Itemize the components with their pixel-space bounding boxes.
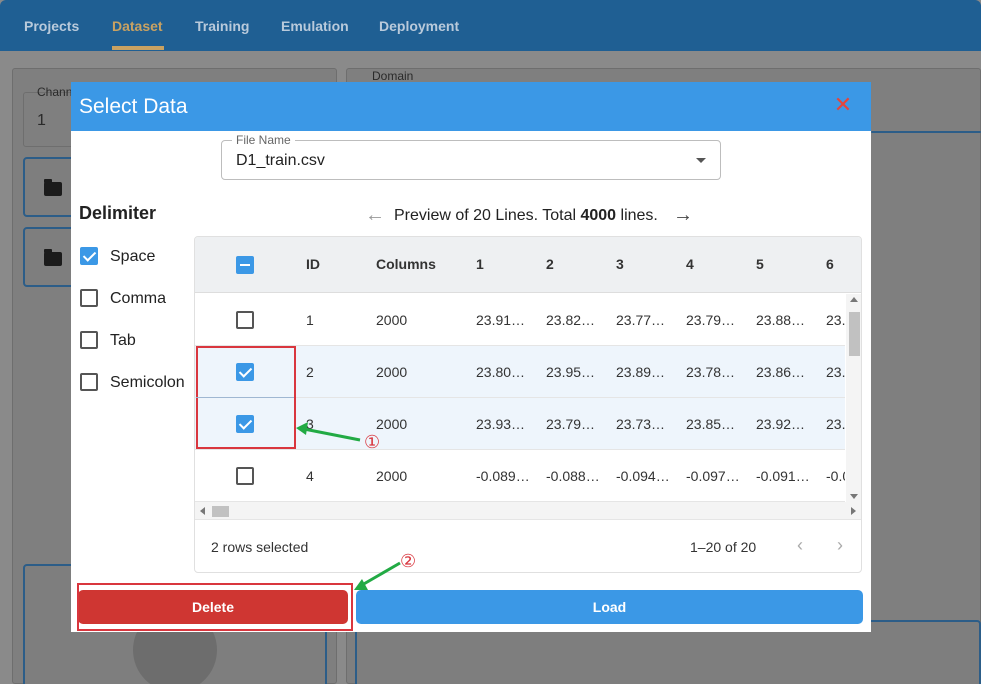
annotation-arrows bbox=[296, 422, 401, 590]
annotation-marker-1: ① bbox=[364, 432, 381, 452]
annotation-marker-2: ② bbox=[400, 551, 417, 571]
annotation-arrow bbox=[361, 561, 401, 587]
arrow-head-icon bbox=[354, 579, 368, 590]
arrow-head-icon bbox=[296, 422, 308, 435]
annotation-arrow bbox=[303, 427, 361, 442]
